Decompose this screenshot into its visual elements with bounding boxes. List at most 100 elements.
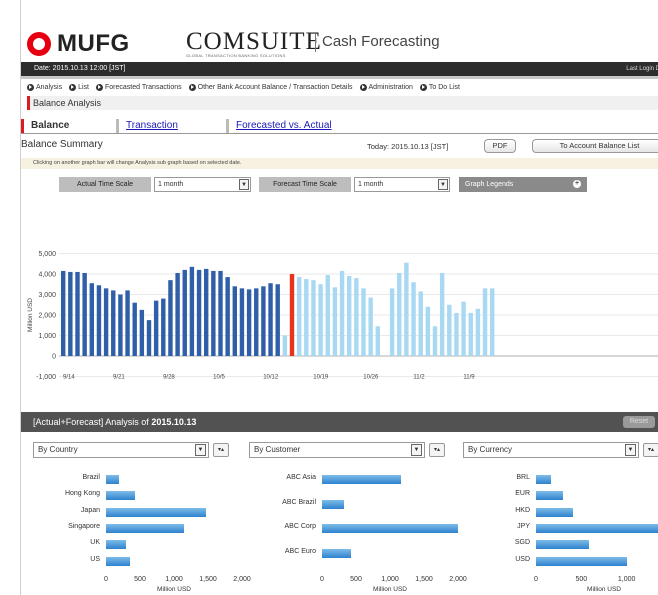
actual-bar: [232, 286, 237, 356]
forecast-bar: [318, 284, 323, 356]
sort-icon[interactable]: ▾▴: [643, 443, 658, 457]
nav-item-forecasted-transactions[interactable]: Forecasted Transactions: [95, 84, 182, 91]
analysis-bar[interactable]: [536, 475, 551, 484]
forecast-time-scale-select[interactable]: 1 month ▼: [354, 177, 450, 192]
y-axis-label: Million USD: [27, 298, 34, 332]
category-label: ABC Asia: [286, 474, 316, 481]
x-tick-label: 1,500: [199, 576, 217, 583]
analysis-bar[interactable]: [536, 556, 627, 566]
nav-item-label: Analysis: [36, 84, 63, 91]
forecast-bar: [432, 326, 438, 356]
x-tick-label: 10/12: [263, 375, 279, 381]
category-label: JPY: [517, 522, 530, 530]
actual-bar: [254, 288, 259, 356]
arrow-bullet-icon: [95, 84, 103, 91]
chevron-down-icon[interactable]: ▼: [411, 444, 422, 456]
forecast-bar: [461, 301, 466, 356]
graph-legends-label: Graph Legends: [465, 181, 514, 188]
forecast-bar: [482, 288, 488, 356]
by-customer-panel: By Customer ▼ ▾▴ ABC Asia ABC Brazil ABC C…: [249, 442, 467, 595]
tab-balance[interactable]: Balance: [21, 118, 116, 134]
category-label: Brazil: [82, 474, 100, 481]
forecast-bar: [332, 287, 338, 356]
analysis-header: [Actual+Forecast] Analysis of 2015.10.13…: [21, 412, 658, 432]
actual-bar: [103, 288, 109, 356]
tab-forecasted-vs-actual[interactable]: Forecasted vs. Actual: [226, 118, 332, 134]
forecast-bar: [325, 275, 330, 356]
nav-item-administration[interactable]: Administration: [359, 84, 413, 91]
analysis-bar[interactable]: [536, 491, 564, 501]
x-tick-label: 9/21: [113, 375, 125, 381]
actual-bar: [82, 272, 87, 356]
tab-transaction[interactable]: Transaction: [116, 118, 226, 134]
x-tick-label: 11/2: [413, 375, 425, 381]
pdf-button[interactable]: PDF: [484, 139, 516, 153]
current-date: Date: 2015.10.13 12:00 [JST]: [34, 65, 126, 72]
analysis-bar[interactable]: [106, 523, 184, 533]
chevron-down-icon[interactable]: ▼: [625, 444, 636, 456]
nav-item-other-bank[interactable]: Other Bank Account Balance / Transaction…: [188, 84, 353, 91]
actual-bar: [61, 270, 66, 356]
arrow-bullet-icon: [69, 84, 77, 91]
last-login: Last Login D: [626, 66, 658, 72]
category-label: Hong Kong: [64, 490, 100, 498]
app-title: Cash Forecasting: [315, 32, 440, 52]
chevron-down-icon[interactable]: ▼: [195, 444, 206, 456]
category-label: UK: [90, 539, 100, 547]
analysis-title-prefix: [Actual+Forecast] Analysis of: [33, 417, 152, 427]
analysis-bar[interactable]: [106, 475, 119, 484]
mufg-logo[interactable]: MUFG: [27, 30, 130, 58]
analysis-bar[interactable]: [106, 556, 130, 566]
account-balance-list-button[interactable]: To Account Balance List: [532, 139, 658, 153]
nav-item-label: To Do List: [428, 84, 460, 91]
analysis-type-select[interactable]: By Currency ▼: [463, 442, 639, 458]
nav-item-todo[interactable]: To Do List: [419, 84, 460, 91]
category-label: SGD: [514, 539, 530, 547]
actual-time-scale-select[interactable]: 1 month ▼: [154, 177, 251, 192]
analysis-bar[interactable]: [536, 507, 574, 517]
analysis-type-select[interactable]: By Country ▼: [33, 442, 209, 458]
analysis-type-select[interactable]: By Customer ▼: [249, 442, 425, 458]
analysis-bar[interactable]: [322, 548, 351, 558]
actual-bar: [282, 335, 288, 356]
balance-bar-chart[interactable]: 5,000 4,000 3,000 2,000 1,000 0 -1,000 Million …: [21, 230, 658, 380]
x-tick-label: 0: [534, 576, 538, 583]
analysis-bar[interactable]: [106, 491, 135, 501]
reset-button[interactable]: Reset: [623, 416, 655, 428]
nav-item-list[interactable]: List: [69, 84, 89, 91]
x-tick-label: 10/5: [213, 375, 225, 381]
comsuite-logo-text: COMSUITE: [186, 28, 322, 55]
chevron-down-icon[interactable]: ▼: [239, 179, 249, 190]
analysis-bar[interactable]: [322, 475, 401, 484]
x-tick-label: 500: [575, 576, 588, 583]
analysis-bar[interactable]: [536, 540, 589, 550]
forecast-bar: [468, 312, 473, 356]
graph-legends-button[interactable]: Graph Legends +: [459, 177, 587, 192]
forecast-bar: [490, 288, 495, 356]
app-page: MUFG COMSUITE GLOBAL TRANSACTION BANKING…: [20, 0, 658, 595]
actual-bar: [196, 269, 202, 356]
sort-icon[interactable]: ▾▴: [429, 443, 445, 457]
forecast-bar: [304, 279, 309, 356]
by-country-panel: By Country ▼ ▾▴ Brazil Hong Kong Japan Sing…: [33, 442, 251, 595]
actual-bar: [211, 270, 216, 356]
analysis-bar[interactable]: [536, 523, 658, 533]
chevron-down-icon[interactable]: ▼: [438, 179, 448, 190]
analysis-bar[interactable]: [322, 524, 458, 533]
forecast-bar: [361, 288, 366, 356]
analysis-bar[interactable]: [106, 540, 126, 550]
actual-time-scale-value: 1 month: [158, 181, 184, 188]
actual-bar: [75, 271, 80, 356]
analysis-bar[interactable]: [106, 507, 206, 517]
forecast-bar: [389, 288, 395, 356]
mufg-logo-text: MUFG: [57, 30, 130, 57]
x-tick-label: 0: [104, 576, 108, 583]
sort-icon[interactable]: ▾▴: [213, 443, 229, 457]
actual-bar: [68, 271, 73, 356]
arrow-bullet-icon: [188, 84, 196, 91]
nav-item-analysis[interactable]: Analysis: [27, 84, 62, 91]
analysis-bar[interactable]: [322, 499, 344, 509]
forecast-time-scale-value: 1 month: [358, 181, 384, 188]
x-axis-label: Million USD: [157, 586, 191, 593]
nav-item-label: List: [78, 84, 89, 91]
